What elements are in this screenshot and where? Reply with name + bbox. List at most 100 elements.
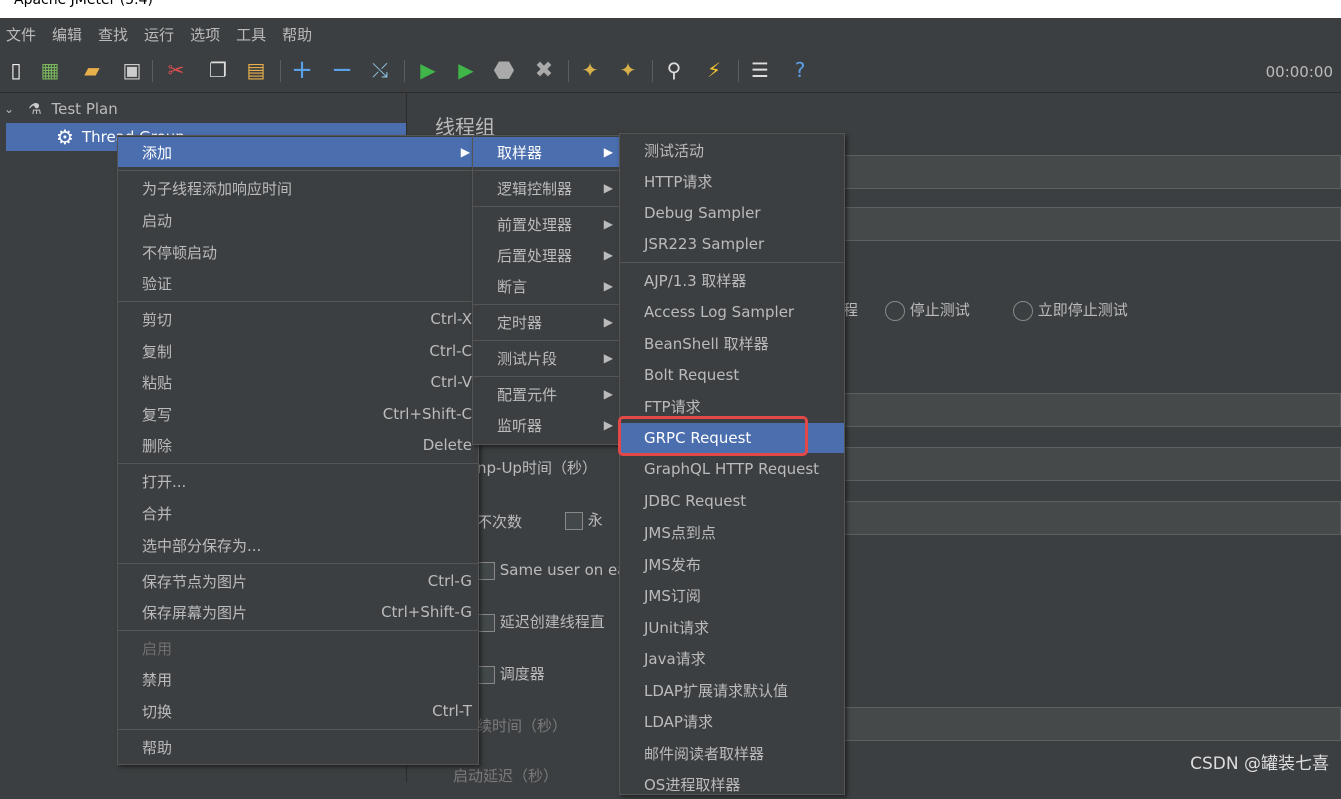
- clear-all-icon[interactable]: ✦: [614, 56, 642, 84]
- sampler-test-action[interactable]: 测试活动: [620, 135, 844, 165]
- submenu-item-logic-controller[interactable]: 逻辑控制器 ▶: [473, 173, 621, 203]
- menu-options[interactable]: 选项: [190, 24, 220, 45]
- menu-item-validate[interactable]: 验证: [118, 268, 478, 298]
- submenu-item-test-fragment[interactable]: 测试片段 ▶: [473, 343, 621, 373]
- sampler-os-process[interactable]: OS进程取样器: [620, 769, 844, 799]
- sampler-ldap-extended[interactable]: LDAP扩展请求默认值: [620, 675, 844, 705]
- submenu-item-assertion[interactable]: 断言 ▶: [473, 271, 621, 301]
- menu-bar: 文件 编辑 查找 运行 选项 工具 帮助: [0, 18, 1341, 50]
- templates-icon[interactable]: ▦: [36, 56, 64, 84]
- submenu-item-sampler[interactable]: 取样器 ▶: [473, 137, 621, 167]
- menu-item-start-no-pause[interactable]: 不停顿启动: [118, 237, 478, 267]
- open-icon[interactable]: ▰: [78, 56, 106, 84]
- chevron-down-icon[interactable]: ⌄: [4, 102, 14, 116]
- forever-label: 永: [587, 511, 603, 529]
- menu-search[interactable]: 查找: [98, 24, 128, 45]
- sampler-mail-reader[interactable]: 邮件阅读者取样器: [620, 738, 844, 768]
- tree-node-test-plan[interactable]: ⌄ ⚗ Test Plan: [0, 95, 406, 123]
- paste-icon[interactable]: ▤: [242, 56, 270, 84]
- radio-stop-now[interactable]: 立即停止测试: [1013, 299, 1128, 321]
- rampup-field[interactable]: [843, 447, 1341, 481]
- menu-item-open[interactable]: 打开...: [118, 466, 478, 496]
- start-icon[interactable]: ▶: [414, 56, 442, 84]
- action-label-fragment: 程: [843, 301, 859, 319]
- search-icon[interactable]: ⚲: [660, 56, 688, 84]
- scheduler-checkbox[interactable]: 调度器: [477, 663, 545, 684]
- reset-search-icon[interactable]: ⚡: [700, 56, 728, 84]
- window-title-bar: Apache JMeter (5.4): [0, 0, 1341, 18]
- watermark: CSDN @罐装七喜: [1190, 754, 1329, 774]
- sampler-junit[interactable]: JUnit请求: [620, 612, 844, 642]
- shutdown-icon[interactable]: ✖: [530, 56, 558, 84]
- sampler-jms-p2p[interactable]: JMS点到点: [620, 517, 844, 547]
- name-field[interactable]: [843, 155, 1341, 189]
- menu-run[interactable]: 运行: [144, 24, 174, 45]
- menu-item-delete[interactable]: 删除 Delete: [118, 430, 478, 460]
- menu-file[interactable]: 文件: [6, 24, 36, 45]
- menu-help[interactable]: 帮助: [282, 24, 312, 45]
- sampler-java[interactable]: Java请求: [620, 643, 844, 673]
- menu-item-save-screen-image[interactable]: 保存屏幕为图片 Ctrl+Shift-G: [118, 597, 478, 627]
- menu-item-save-selection-as[interactable]: 选中部分保存为...: [118, 530, 478, 560]
- sampler-jsr223[interactable]: JSR223 Sampler: [620, 229, 844, 259]
- save-icon[interactable]: ▣: [118, 56, 146, 84]
- help-icon[interactable]: ?: [786, 56, 814, 84]
- function-helper-icon[interactable]: ☰: [746, 56, 774, 84]
- stop-icon[interactable]: ⬣: [490, 56, 518, 84]
- comments-field[interactable]: [843, 207, 1341, 241]
- context-menu: 添加 ▶ 为子线程添加响应时间 启动 不停顿启动 验证 剪切 Ctrl-X 复制 Ct…: [117, 135, 479, 765]
- scheduler-label: 调度器: [499, 665, 545, 683]
- delay-thread-checkbox[interactable]: 延迟创建线程直: [477, 611, 605, 632]
- menu-item-help[interactable]: 帮助: [118, 732, 478, 762]
- menu-item-merge[interactable]: 合并: [118, 498, 478, 528]
- cut-icon[interactable]: ✂: [162, 56, 190, 84]
- sampler-debug[interactable]: Debug Sampler: [620, 198, 844, 228]
- collapse-icon[interactable]: −: [328, 55, 356, 85]
- submenu-item-config-element[interactable]: 配置元件 ▶: [473, 379, 621, 409]
- submenu-item-pre-processor[interactable]: 前置处理器 ▶: [473, 209, 621, 239]
- sampler-beanshell[interactable]: BeanShell 取样器: [620, 328, 844, 358]
- menu-item-save-node-image[interactable]: 保存节点为图片 Ctrl-G: [118, 566, 478, 596]
- duration-field[interactable]: [843, 707, 1341, 741]
- menu-tools[interactable]: 工具: [236, 24, 266, 45]
- radio-stop-test[interactable]: 停止测试: [885, 299, 970, 321]
- sampler-ajp[interactable]: AJP/1.3 取样器: [620, 265, 844, 295]
- new-icon[interactable]: ▯: [2, 56, 30, 84]
- duration-label: 续时间（秒）: [477, 717, 568, 735]
- menu-item-add-response-time[interactable]: 为子线程添加响应时间: [118, 173, 478, 203]
- sampler-submenu: 测试活动 HTTP请求 Debug Sampler JSR223 Sampler…: [619, 133, 845, 795]
- menu-item-disable[interactable]: 禁用: [118, 664, 478, 694]
- radio-stop-now-label: 立即停止测试: [1037, 301, 1128, 319]
- menu-item-toggle[interactable]: 切换 Ctrl-T: [118, 696, 478, 726]
- sampler-bolt[interactable]: Bolt Request: [620, 360, 844, 390]
- sampler-jdbc[interactable]: JDBC Request: [620, 486, 844, 516]
- elapsed-timer: 00:00:00: [1265, 63, 1333, 81]
- same-user-checkbox[interactable]: Same user on ea: [477, 561, 626, 580]
- loop-count-field[interactable]: [843, 501, 1341, 535]
- menu-item-copy[interactable]: 复制 Ctrl-C: [118, 336, 478, 366]
- thread-count-field[interactable]: [843, 393, 1341, 427]
- menu-item-paste[interactable]: 粘贴 Ctrl-V: [118, 367, 478, 397]
- menu-edit[interactable]: 编辑: [52, 24, 82, 45]
- sampler-graphql[interactable]: GraphQL HTTP Request: [620, 454, 844, 484]
- sampler-http-request[interactable]: HTTP请求: [620, 166, 844, 196]
- tree-label-test-plan: Test Plan: [51, 100, 118, 118]
- submenu-item-timer[interactable]: 定时器 ▶: [473, 307, 621, 337]
- sampler-jms-publish[interactable]: JMS发布: [620, 549, 844, 579]
- submenu-item-post-processor[interactable]: 后置处理器 ▶: [473, 240, 621, 270]
- submenu-item-listener[interactable]: 监听器 ▶: [473, 410, 621, 440]
- sampler-jms-subscribe[interactable]: JMS订阅: [620, 580, 844, 610]
- menu-item-cut[interactable]: 剪切 Ctrl-X: [118, 304, 478, 334]
- expand-icon[interactable]: +: [288, 55, 316, 85]
- forever-checkbox[interactable]: 永: [565, 509, 603, 530]
- toolbar: ▯ ▦ ▰ ▣ ✂ ❐ ▤ + − ⤯ ▶ ▶ ⬣ ✖ ✦ ✦ ⚲ ⚡ ☰ ?: [0, 50, 1341, 93]
- toggle-icon[interactable]: ⤯: [366, 56, 394, 84]
- menu-item-add[interactable]: 添加 ▶: [118, 137, 478, 167]
- sampler-ldap[interactable]: LDAP请求: [620, 706, 844, 736]
- menu-item-duplicate[interactable]: 复写 Ctrl+Shift-C: [118, 399, 478, 429]
- start-no-pause-icon[interactable]: ▶: [452, 56, 480, 84]
- menu-item-start[interactable]: 启动: [118, 205, 478, 235]
- sampler-access-log[interactable]: Access Log Sampler: [620, 297, 844, 327]
- clear-icon[interactable]: ✦: [576, 56, 604, 84]
- copy-icon[interactable]: ❐: [204, 56, 232, 84]
